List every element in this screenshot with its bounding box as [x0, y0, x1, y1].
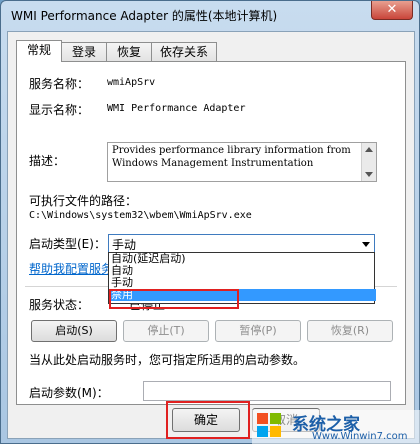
service-name-label: 服务名称：: [29, 77, 90, 91]
window-title: WMI Performance Adapter 的属性(本地计算机): [11, 9, 278, 23]
windows-logo-icon: [257, 413, 281, 437]
start-params-label: 启动参数(M)：: [29, 386, 109, 400]
tab-logon[interactable]: 登录: [61, 42, 107, 61]
service-status-label: 服务状态：: [29, 298, 90, 312]
description-box[interactable]: Provides performance library information…: [107, 142, 377, 182]
description-scrollbar[interactable]: [361, 143, 376, 181]
service-name-value: wmiApSrv: [107, 77, 156, 88]
option-auto-delayed[interactable]: 自动(延迟启动): [109, 253, 376, 265]
display-name-label: 显示名称：: [29, 103, 90, 117]
description-label: 描述：: [29, 154, 66, 168]
watermark: 系统之家 Www.Winwin7.com: [252, 410, 420, 444]
startup-type-dropdown: 自动(延迟启动) 自动 手动 禁用: [108, 252, 376, 309]
close-icon: ✕: [386, 2, 398, 17]
stop-button[interactable]: 停止(T): [123, 320, 209, 342]
description-text: Provides performance library information…: [112, 145, 351, 169]
exe-path-value: C:\Windows\system32\wbem\WmiApSrv.exe: [29, 210, 252, 221]
option-auto[interactable]: 自动: [109, 265, 376, 277]
title-bar[interactable]: WMI Performance Adapter 的属性(本地计算机) ✕: [1, 1, 419, 29]
tab-general[interactable]: 常规: [16, 40, 62, 62]
general-panel: 服务名称： wmiApSrv 显示名称： WMI Performance Ada…: [16, 61, 406, 405]
scroll-up-icon[interactable]: [365, 147, 373, 152]
startup-type-value: 手动: [112, 238, 137, 252]
option-manual[interactable]: 手动: [109, 277, 376, 289]
tab-recovery[interactable]: 恢复: [106, 42, 152, 61]
disabled-highlight-box: [109, 289, 239, 309]
tab-dependencies[interactable]: 依存关系: [151, 42, 217, 61]
pause-button[interactable]: 暂停(P): [215, 320, 301, 342]
start-params-hint: 当从此处启动服务时，您可指定所适用的启动参数。: [29, 353, 306, 367]
exe-path-label: 可执行文件的路径：: [29, 194, 138, 208]
startup-type-label: 启动类型(E)：: [29, 237, 106, 251]
display-name-value: WMI Performance Adapter: [107, 103, 246, 114]
properties-window: WMI Performance Adapter 的属性(本地计算机) ✕ 常规 …: [0, 0, 420, 444]
chevron-down-icon[interactable]: [362, 242, 370, 247]
start-button[interactable]: 启动(S): [31, 320, 117, 342]
watermark-url: Www.Winwin7.com: [312, 431, 408, 442]
ok-highlight-box: [166, 401, 250, 439]
close-button[interactable]: ✕: [371, 1, 413, 20]
start-params-input[interactable]: [143, 381, 391, 401]
dialog-body: 常规 登录 恢复 依存关系 服务名称： wmiApSrv 显示名称： WMI P…: [7, 31, 420, 444]
scroll-down-icon[interactable]: [365, 172, 373, 177]
resume-button[interactable]: 恢复(R): [307, 320, 393, 342]
startup-type-select[interactable]: 手动: [108, 234, 375, 254]
